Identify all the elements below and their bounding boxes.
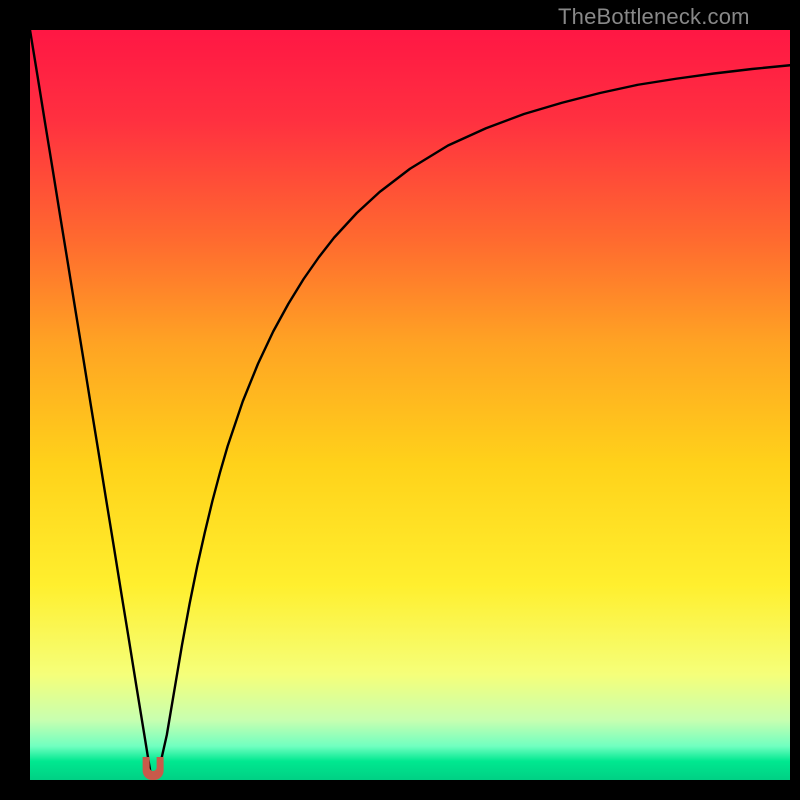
bottleneck-chart [0, 0, 800, 800]
frame-bottom [0, 780, 800, 800]
frame-left [0, 0, 30, 800]
attribution-label: TheBottleneck.com [558, 4, 750, 30]
frame-right [790, 0, 800, 800]
gradient-background [30, 30, 790, 780]
